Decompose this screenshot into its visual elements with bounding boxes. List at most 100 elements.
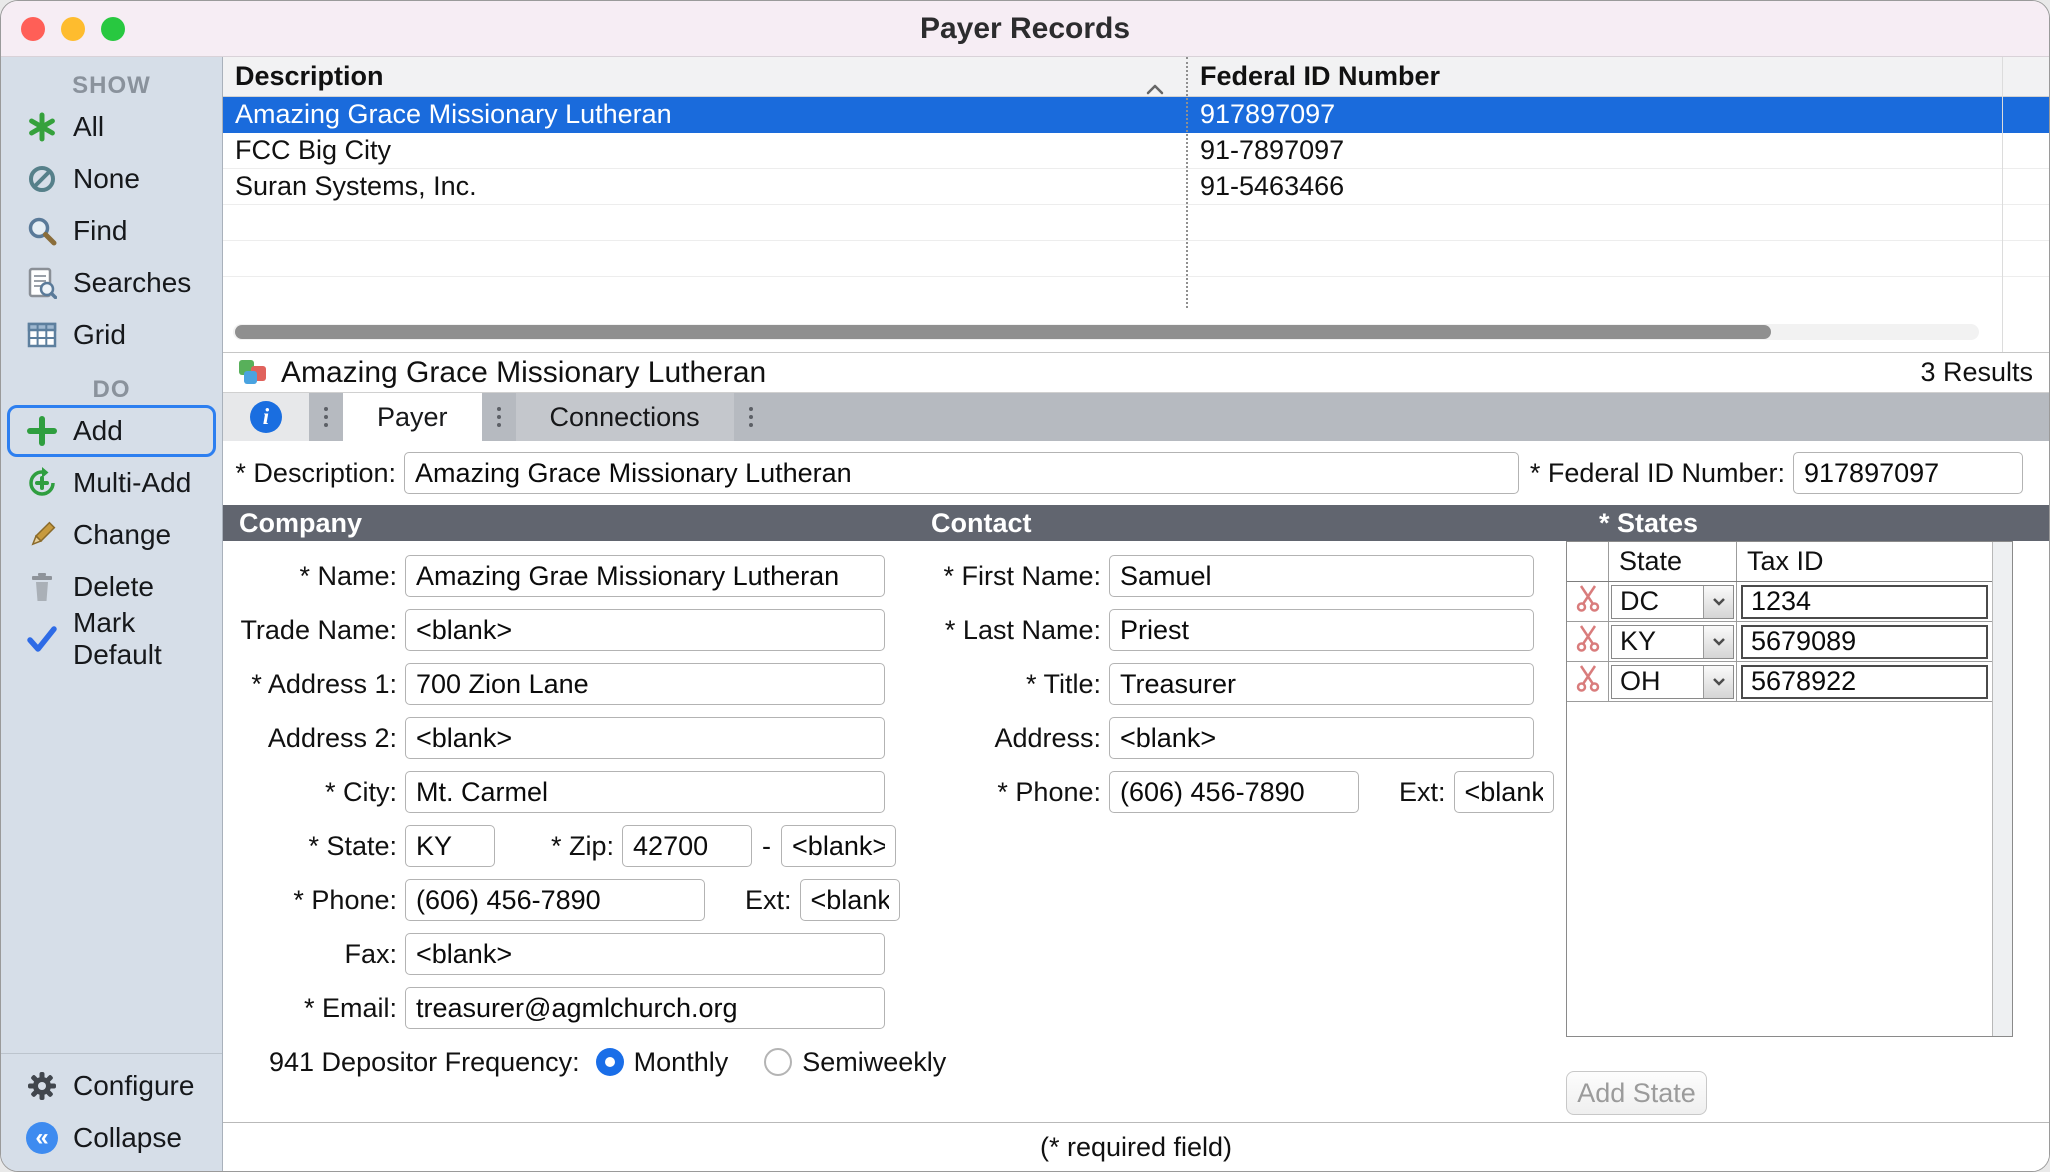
contact-address-label: Address:: [911, 723, 1101, 754]
sidebar-item-change[interactable]: Change: [7, 509, 216, 561]
sidebar-item-mark-default[interactable]: Mark Default: [7, 613, 216, 665]
sidebar-item-searches[interactable]: Searches: [7, 257, 216, 309]
sidebar-item-delete[interactable]: Delete: [7, 561, 216, 613]
sidebar-item-multi-add[interactable]: Multi-Add: [7, 457, 216, 509]
sidebar-item-label: Mark Default: [73, 607, 213, 671]
states-empty-area: [1567, 702, 1992, 1036]
sidebar-item-label: Delete: [73, 571, 154, 603]
close-button[interactable]: [21, 17, 45, 41]
cell-description: FCC Big City: [223, 135, 1186, 166]
company-ext-label: Ext:: [745, 885, 792, 916]
zoom-button[interactable]: [101, 17, 125, 41]
first-name-input[interactable]: [1109, 555, 1534, 597]
state-row: KY: [1567, 622, 1992, 662]
email-input[interactable]: [405, 987, 885, 1029]
state-select[interactable]: KY: [1611, 625, 1734, 659]
states-delete-column-header: [1567, 542, 1609, 581]
state-select-value: OH: [1612, 666, 1703, 697]
monthly-radio[interactable]: [596, 1048, 624, 1076]
cell-federal-id: 917897097: [1186, 99, 2049, 130]
contact-phone-input[interactable]: [1109, 771, 1359, 813]
sidebar-item-find[interactable]: Find: [7, 205, 216, 257]
sidebar-section-do: DO: [1, 375, 222, 405]
contact-ext-label: Ext:: [1399, 777, 1446, 808]
description-input[interactable]: [404, 452, 1519, 494]
info-button[interactable]: i: [223, 393, 309, 441]
tax-id-input[interactable]: [1741, 585, 1988, 619]
column-header-federal-id[interactable]: Federal ID Number: [1186, 61, 2049, 92]
address1-input[interactable]: [405, 663, 885, 705]
chevron-down-icon[interactable]: [1703, 586, 1733, 618]
checkmark-icon: [24, 624, 60, 654]
asterisk-icon: [24, 112, 60, 142]
table-row[interactable]: Suran Systems, Inc. 91-5463466: [223, 169, 2049, 205]
title-input[interactable]: [1109, 663, 1534, 705]
address2-input[interactable]: [405, 717, 885, 759]
sidebar-item-collapse[interactable]: « Collapse: [7, 1112, 216, 1164]
sort-ascending-icon[interactable]: [1146, 71, 1164, 102]
zip-label: * Zip:: [551, 831, 614, 862]
chevron-down-icon[interactable]: [1703, 666, 1733, 698]
city-input[interactable]: [405, 771, 885, 813]
section-company: Company: [239, 508, 362, 539]
sidebar-item-configure[interactable]: Configure: [7, 1060, 216, 1112]
semiweekly-radio[interactable]: [764, 1048, 792, 1076]
tab-connections[interactable]: Connections: [516, 393, 734, 441]
states-column-state: State: [1609, 542, 1737, 581]
federal-id-input[interactable]: [1793, 452, 2023, 494]
delete-state-icon[interactable]: [1576, 664, 1600, 699]
vertical-dots-icon[interactable]: [482, 393, 516, 441]
horizontal-scrollbar[interactable]: [233, 324, 1979, 340]
add-state-button[interactable]: Add State: [1566, 1071, 1707, 1115]
zip-input[interactable]: [622, 825, 752, 867]
column-header-label: Federal ID Number: [1200, 61, 1440, 91]
fax-label: Fax:: [231, 939, 397, 970]
sidebar-item-add[interactable]: Add: [7, 405, 216, 457]
tab-bar: i Payer Connections: [223, 393, 2049, 441]
company-ext-input[interactable]: [800, 879, 900, 921]
federal-id-label: * Federal ID Number:: [1530, 458, 1785, 489]
plus-icon: [24, 415, 60, 447]
fax-input[interactable]: [405, 933, 885, 975]
delete-state-icon[interactable]: [1576, 624, 1600, 659]
contact-form: * First Name: * Last Name: * Title:: [911, 555, 1566, 825]
sidebar-item-label: Change: [73, 519, 171, 551]
state-select-value: KY: [1612, 626, 1703, 657]
contact-address-input[interactable]: [1109, 717, 1534, 759]
pencil-icon: [24, 520, 60, 550]
vertical-dots-icon[interactable]: [309, 393, 343, 441]
zip-plus4-input[interactable]: [781, 825, 896, 867]
trade-name-input[interactable]: [405, 609, 885, 651]
state-row: OH: [1567, 662, 1992, 702]
tab-payer[interactable]: Payer: [343, 393, 482, 441]
column-divider[interactable]: [1186, 57, 1188, 308]
table-row-empty: [223, 241, 2049, 277]
table-row[interactable]: Amazing Grace Missionary Lutheran 917897…: [223, 97, 2049, 133]
title-label: * Title:: [911, 669, 1101, 700]
sidebar-item-grid[interactable]: Grid: [7, 309, 216, 361]
company-phone-input[interactable]: [405, 879, 705, 921]
minimize-button[interactable]: [61, 17, 85, 41]
chevron-down-icon[interactable]: [1703, 626, 1733, 658]
state-input[interactable]: [405, 825, 495, 867]
column-header-description[interactable]: Description: [223, 61, 1186, 92]
delete-state-icon[interactable]: [1576, 584, 1600, 619]
sidebar-item-label: None: [73, 163, 140, 195]
company-name-input[interactable]: [405, 555, 885, 597]
state-select[interactable]: DC: [1611, 585, 1734, 619]
gear-icon: [24, 1070, 60, 1102]
sidebar-item-none[interactable]: None: [7, 153, 216, 205]
address2-label: Address 2:: [231, 723, 397, 754]
table-row[interactable]: FCC Big City 91-7897097: [223, 133, 2049, 169]
state-select[interactable]: OH: [1611, 665, 1734, 699]
states-column-taxid: Tax ID: [1737, 542, 1992, 581]
states-scrollbar[interactable]: [1992, 542, 2012, 1036]
last-name-input[interactable]: [1109, 609, 1534, 651]
scrollbar-thumb[interactable]: [235, 325, 1771, 339]
records-list: Description Federal ID Number Amazing Gr…: [223, 57, 2049, 353]
contact-ext-input[interactable]: [1454, 771, 1554, 813]
sidebar-item-all[interactable]: All: [7, 101, 216, 153]
vertical-dots-icon[interactable]: [734, 393, 768, 441]
tax-id-input[interactable]: [1741, 665, 1988, 699]
tax-id-input[interactable]: [1741, 625, 1988, 659]
